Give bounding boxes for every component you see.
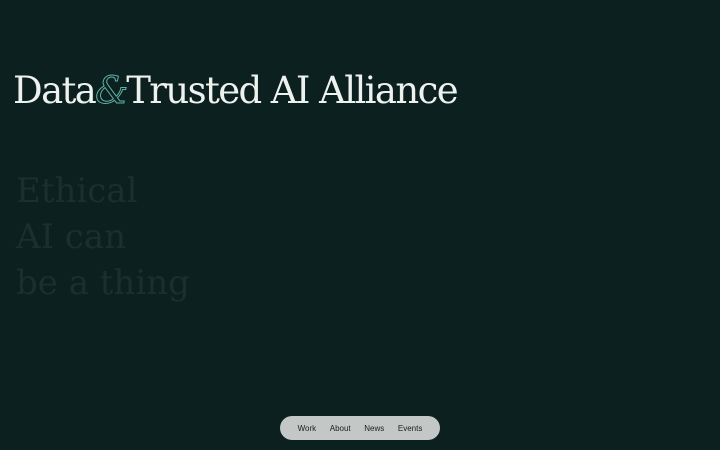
hero-line: be a thing [16, 263, 190, 303]
logo-words-trusted-ai-alliance: Trusted AI Alliance [126, 69, 458, 112]
hero-faded-headline: Ethical AI can be a thing [16, 168, 190, 306]
hero-line: AI can [16, 217, 127, 257]
nav-link-news[interactable]: News [364, 424, 384, 433]
hero-line: Ethical [16, 171, 138, 211]
logo-word-data: Data [13, 69, 97, 112]
nav-link-work[interactable]: Work [298, 424, 317, 433]
bottom-nav-pill: Work About News Events [280, 416, 440, 440]
nav-link-events[interactable]: Events [398, 424, 422, 433]
site-logo-title[interactable]: Data&Trusted AI Alliance [13, 66, 459, 116]
page: Data&Trusted AI Alliance Ethical AI can … [0, 0, 720, 450]
nav-link-about[interactable]: About [330, 424, 351, 433]
logo-ampersand: & [95, 69, 129, 113]
